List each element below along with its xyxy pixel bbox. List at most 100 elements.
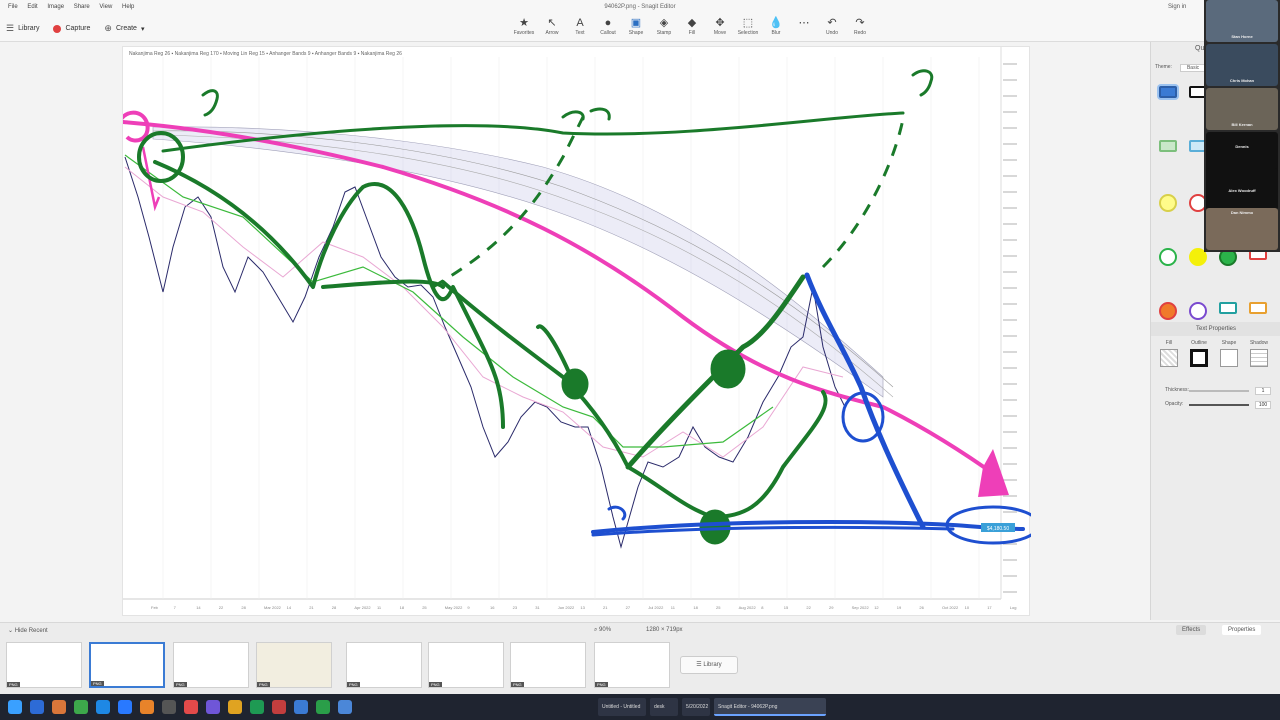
tool-text[interactable]: A Text [568,16,592,36]
tool-callout[interactable]: ● Callout [596,16,620,36]
prop-shadow[interactable]: Shadow [1245,340,1273,367]
style-swatch[interactable] [1159,302,1177,320]
menu-file[interactable]: File [8,0,18,14]
app-icon[interactable] [206,700,220,714]
price-tick [1003,511,1017,513]
taskbar-task[interactable]: 5/20/2022 [682,698,710,716]
tool-label: Selection [737,30,759,36]
thickness-value[interactable]: 1 [1255,387,1271,395]
recent-thumbnail[interactable]: PNG [510,642,586,688]
recent-thumbnail[interactable]: PNG [594,642,670,688]
library-tray-button[interactable]: ☰ Library [680,656,738,674]
window-title: 94062P.png - Snagit Editor [604,4,676,10]
style-swatch[interactable] [1159,140,1177,152]
x-tick-label: May 2022 [445,605,463,610]
app-icon[interactable] [228,700,242,714]
recent-thumbnail[interactable]: PNG [6,642,82,688]
tool-fill[interactable]: ◆ Fill [680,16,704,36]
price-tick [1003,431,1017,433]
edge-icon[interactable] [30,700,44,714]
app-icon[interactable] [118,700,132,714]
thickness-slider[interactable] [1189,390,1249,392]
tool-label: Fill [688,30,696,36]
prop-fill[interactable]: Fill [1155,340,1183,367]
chrome-icon[interactable] [74,700,88,714]
shadow-swatch [1250,349,1268,367]
recent-thumbnail[interactable]: PNG [89,642,165,688]
opacity-slider[interactable] [1189,404,1249,406]
recent-thumbnail[interactable]: PNG [346,642,422,688]
style-swatch[interactable] [1219,302,1237,314]
theme-select[interactable]: Basic [1179,64,1207,72]
recent-thumbnail[interactable]: PNG [256,642,332,688]
opacity-value[interactable]: 100 [1255,401,1271,409]
video-tile: Dan Nimmo [1206,208,1278,250]
chevron-down-icon: ⌄ [8,628,15,634]
prop-shape[interactable]: Shape [1215,340,1243,367]
app-icon[interactable] [316,700,330,714]
capture-button[interactable]: Capture [53,23,90,34]
x-tick-label: 11 [671,605,676,610]
start-icon[interactable] [8,700,22,714]
style-swatch[interactable] [1189,302,1207,320]
firefox-icon[interactable] [140,700,154,714]
green-blob [699,509,731,545]
menu-view[interactable]: View [99,0,112,14]
style-swatch[interactable] [1249,302,1267,314]
app-icon[interactable] [96,700,110,714]
app-icon[interactable] [184,700,198,714]
blur-icon: 💧 [769,17,783,29]
tool-selection[interactable]: ⬚ Selection [736,16,760,36]
app-icon[interactable] [250,700,264,714]
tool-label: Undo [826,30,838,36]
prop-outline[interactable]: Outline [1185,340,1213,367]
menu-share[interactable]: Share [74,0,90,14]
brave-icon[interactable] [52,700,66,714]
price-tick [1003,303,1017,305]
menu-help[interactable]: Help [122,0,134,14]
recent-thumbnail[interactable]: PNG [173,642,249,688]
price-tick [1003,95,1017,97]
app-icon[interactable] [162,700,176,714]
recent-thumbnail[interactable]: PNG [428,642,504,688]
tool-arrow[interactable]: ↖ Arrow [540,16,564,36]
taskbar-task[interactable]: desk [650,698,678,716]
app-icon[interactable] [272,700,286,714]
style-swatch[interactable] [1159,86,1177,98]
tool-favorites[interactable]: ★ Favorites [512,16,536,36]
hide-recent-toggle[interactable]: ⌄ Hide Recent [8,627,48,634]
tool-undo[interactable]: ↶ Undo [820,16,844,36]
x-tick-label: Mar 2022 [264,605,282,610]
x-tick-label: Log [1010,605,1017,610]
tool-move[interactable]: ✥ Move [708,16,732,36]
tool-shape[interactable]: ▣ Shape [624,16,648,36]
taskbar-task[interactable]: Untitled - Untitled [598,698,646,716]
menu-edit[interactable]: Edit [27,0,37,14]
x-tick-label: 12 [874,605,879,610]
tool-redo[interactable]: ↷ Redo [848,16,872,36]
price-tick [1003,255,1017,257]
zoom-control[interactable]: ⌕ 90% [594,627,611,634]
app-icon[interactable] [338,700,352,714]
x-tick-label: 14 [196,605,201,610]
style-swatch[interactable] [1159,248,1177,266]
effects-tab[interactable]: Effects [1176,625,1207,635]
chart-image[interactable]: Nakanjima Reg 26 ▪ Nakanjima Reg 170 ▪ M… [122,46,1031,616]
taskbar-task[interactable]: Snagit Editor - 94062P.png [714,698,826,716]
x-tick-label: Feb [151,605,159,610]
shape-swatch [1220,349,1238,367]
create-button[interactable]: ⊕ Create ▾ [104,23,144,34]
style-swatch[interactable] [1159,194,1177,212]
tool-blur[interactable]: 💧 Blur [764,16,788,36]
sign-in-link[interactable]: Sign in [1168,0,1186,14]
menu-image[interactable]: Image [47,0,64,14]
price-tick [1003,111,1017,113]
tool-stamp[interactable]: ◈ Stamp [652,16,676,36]
x-tick-label: 31 [535,605,540,610]
opacity-label: Opacity: [1165,401,1184,407]
properties-tab[interactable]: Properties [1222,625,1262,635]
dimensions-control[interactable]: 1280 × 719px [646,627,683,633]
tool-more[interactable]: ⋯ [792,16,816,36]
library-button[interactable]: ☰ Library [6,23,39,34]
app-icon[interactable] [294,700,308,714]
